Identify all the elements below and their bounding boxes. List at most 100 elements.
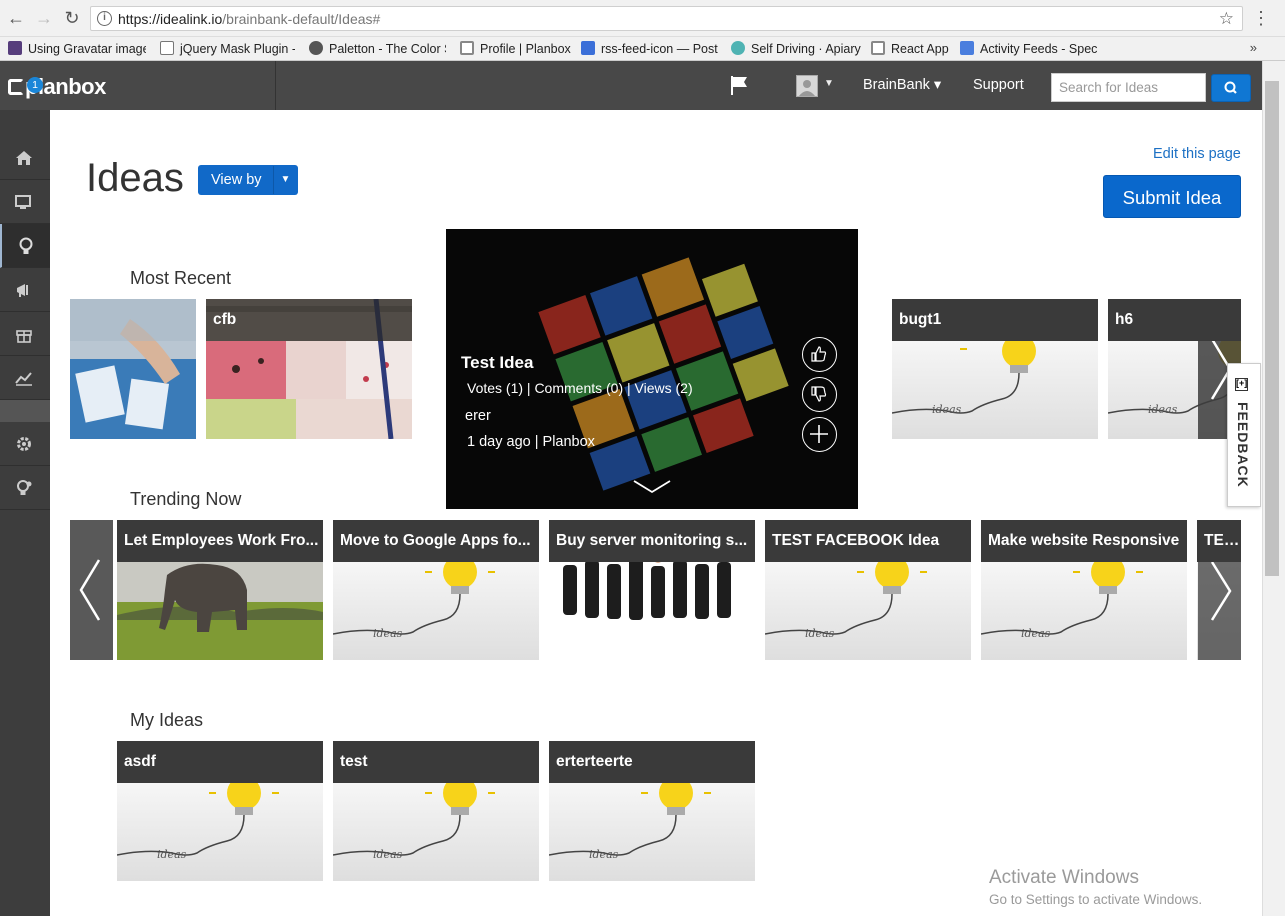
vote-up-button[interactable] (802, 337, 837, 372)
bookmark-item[interactable]: Activity Feeds - Speci (960, 40, 1098, 58)
idea-card[interactable]: Let Employees Work Fro... (117, 520, 323, 660)
bookmark-item[interactable]: jQuery Mask Plugin - (160, 40, 295, 58)
paletton-icon (309, 41, 323, 55)
more-bookmarks-icon[interactable]: » (1250, 40, 1257, 55)
brainbank-menu[interactable]: BrainBank ▾ (863, 77, 941, 93)
flag-icon[interactable] (730, 75, 748, 95)
carousel-next-button[interactable] (1198, 561, 1241, 660)
thumbs-up-icon (811, 346, 827, 362)
sidebar-item-campaigns[interactable] (0, 268, 50, 312)
section-title-most-recent: Most Recent (130, 268, 232, 288)
bookmarks-bar: Using Gravatar image jQuery Mask Plugin … (0, 37, 1285, 61)
info-icon[interactable]: i (97, 11, 112, 26)
feedback-icon[interactable]: [+] (1235, 378, 1248, 391)
search-input[interactable] (1051, 73, 1206, 102)
card-title: TEST FACEBOOK Idea (765, 520, 971, 562)
search-button[interactable] (1211, 74, 1251, 102)
chevron-down-icon[interactable]: ▼ (824, 78, 834, 89)
edit-page-link[interactable]: Edit this page (1153, 146, 1241, 162)
bulb-gear-icon (17, 480, 32, 495)
sidebar-item-home[interactable] (0, 136, 50, 180)
header-divider (275, 61, 276, 110)
bootstrap-icon (8, 41, 22, 55)
gift-icon (16, 330, 32, 343)
postr-icon (581, 41, 595, 55)
svg-text:ideas: ideas (805, 627, 835, 640)
page-title: Ideas (86, 156, 184, 200)
photos-image (70, 299, 196, 439)
chevron-left-icon (79, 559, 101, 621)
bookmark-label: Self Driving · Apiary (751, 42, 861, 56)
chart-line-icon (15, 372, 32, 386)
idea-card[interactable]: ideas Move to Google Apps fo... (333, 520, 539, 660)
submit-idea-button[interactable]: Submit Idea (1103, 175, 1241, 218)
svg-text:ideas: ideas (373, 848, 403, 861)
idea-card[interactable]: ideas bugt1 (892, 299, 1098, 439)
idea-card[interactable]: ideas Make website Responsive (981, 520, 1187, 660)
featured-description: erer (465, 408, 491, 424)
carousel-prev-button[interactable] (70, 520, 113, 660)
featured-stats: Votes (1) | Comments (0) | Views (2) (467, 380, 693, 396)
card-title: bugt1 (892, 299, 1098, 341)
sidebar-item-settings[interactable] (0, 422, 50, 466)
featured-title[interactable]: Test Idea (461, 353, 533, 373)
idea-card[interactable]: ideas test (333, 741, 539, 881)
svg-text:ideas: ideas (932, 403, 962, 416)
bookmark-item[interactable]: Profile | Planbox (460, 40, 572, 58)
url-text: https://idealink.io/brainbank-default/Id… (118, 11, 380, 27)
sidebar-item-analytics[interactable] (0, 356, 50, 400)
bookmark-label: Using Gravatar image (28, 42, 146, 56)
chevron-down-icon[interactable]: ▼ (273, 166, 297, 194)
svg-text:ideas: ideas (589, 848, 619, 861)
featured-meta: 1 day ago | Planbox (467, 434, 595, 450)
chevron-right-icon (1210, 561, 1232, 621)
add-button[interactable] (802, 417, 837, 452)
idea-card[interactable]: ideas asdf (117, 741, 323, 881)
address-bar[interactable]: i https://idealink.io/brainbank-default/… (90, 6, 1243, 31)
apiary-icon (731, 41, 745, 55)
card-title: Let Employees Work Fro... (117, 520, 323, 562)
idea-card[interactable]: cfb (206, 299, 412, 439)
card-title: asdf (117, 741, 323, 783)
sidebar-item-idea-settings[interactable] (0, 466, 50, 510)
avatar[interactable] (796, 75, 818, 97)
browser-toolbar: ← → ↻ i https://idealink.io/brainbank-de… (0, 0, 1285, 37)
home-icon (16, 151, 32, 165)
section-title-trending: Trending Now (130, 489, 242, 509)
bookmark-item[interactable]: Paletton - The Color S (309, 40, 446, 58)
card-title: Move to Google Apps fo... (333, 520, 539, 562)
bookmark-item[interactable]: Using Gravatar image (8, 40, 146, 58)
idea-card[interactable]: ideas erterteerte (549, 741, 755, 881)
idea-card[interactable] (70, 299, 196, 439)
bookmark-item[interactable]: Self Driving · Apiary (731, 40, 861, 58)
search-icon (1224, 81, 1237, 94)
user-silhouette-icon (799, 80, 815, 96)
sidebar-item-screens[interactable] (0, 180, 50, 224)
feedback-label[interactable]: FEEDBACK (1235, 402, 1251, 488)
sidebar-item-ideas[interactable] (0, 224, 50, 268)
svg-text:ideas: ideas (157, 848, 187, 861)
idea-card[interactable]: Buy server monitoring s... (549, 520, 755, 660)
idea-card[interactable]: ideas TEST FACEBOOK Idea (765, 520, 971, 660)
vote-down-button[interactable] (802, 377, 837, 412)
reload-icon[interactable]: ↻ (62, 8, 82, 28)
planbox-logo[interactable]: planbox (8, 74, 106, 100)
chevron-down-icon[interactable] (632, 479, 672, 495)
sidebar-divider (0, 400, 50, 422)
sidebar-item-rewards[interactable] (0, 312, 50, 356)
support-link[interactable]: Support (973, 77, 1024, 93)
docs-icon (960, 41, 974, 55)
thumbs-down-icon (811, 386, 827, 402)
featured-idea[interactable]: Test Idea Votes (1) | Comments (0) | Vie… (446, 229, 858, 509)
url-path: /brainbank-default/Ideas# (222, 11, 381, 27)
bookmark-label: React App (891, 42, 949, 56)
page-icon (160, 41, 174, 55)
forward-arrow-icon[interactable]: → (34, 8, 54, 28)
bookmark-label: rss-feed-icon — Postr (601, 42, 718, 56)
bookmark-star-icon[interactable]: ☆ (1219, 9, 1234, 29)
bookmark-item[interactable]: React App (871, 40, 953, 58)
back-arrow-icon[interactable]: ← (6, 8, 26, 28)
bookmark-item[interactable]: rss-feed-icon — Postr (581, 40, 718, 58)
scrollbar-thumb[interactable] (1265, 81, 1279, 576)
browser-menu-icon[interactable]: ⋮ (1252, 8, 1270, 28)
